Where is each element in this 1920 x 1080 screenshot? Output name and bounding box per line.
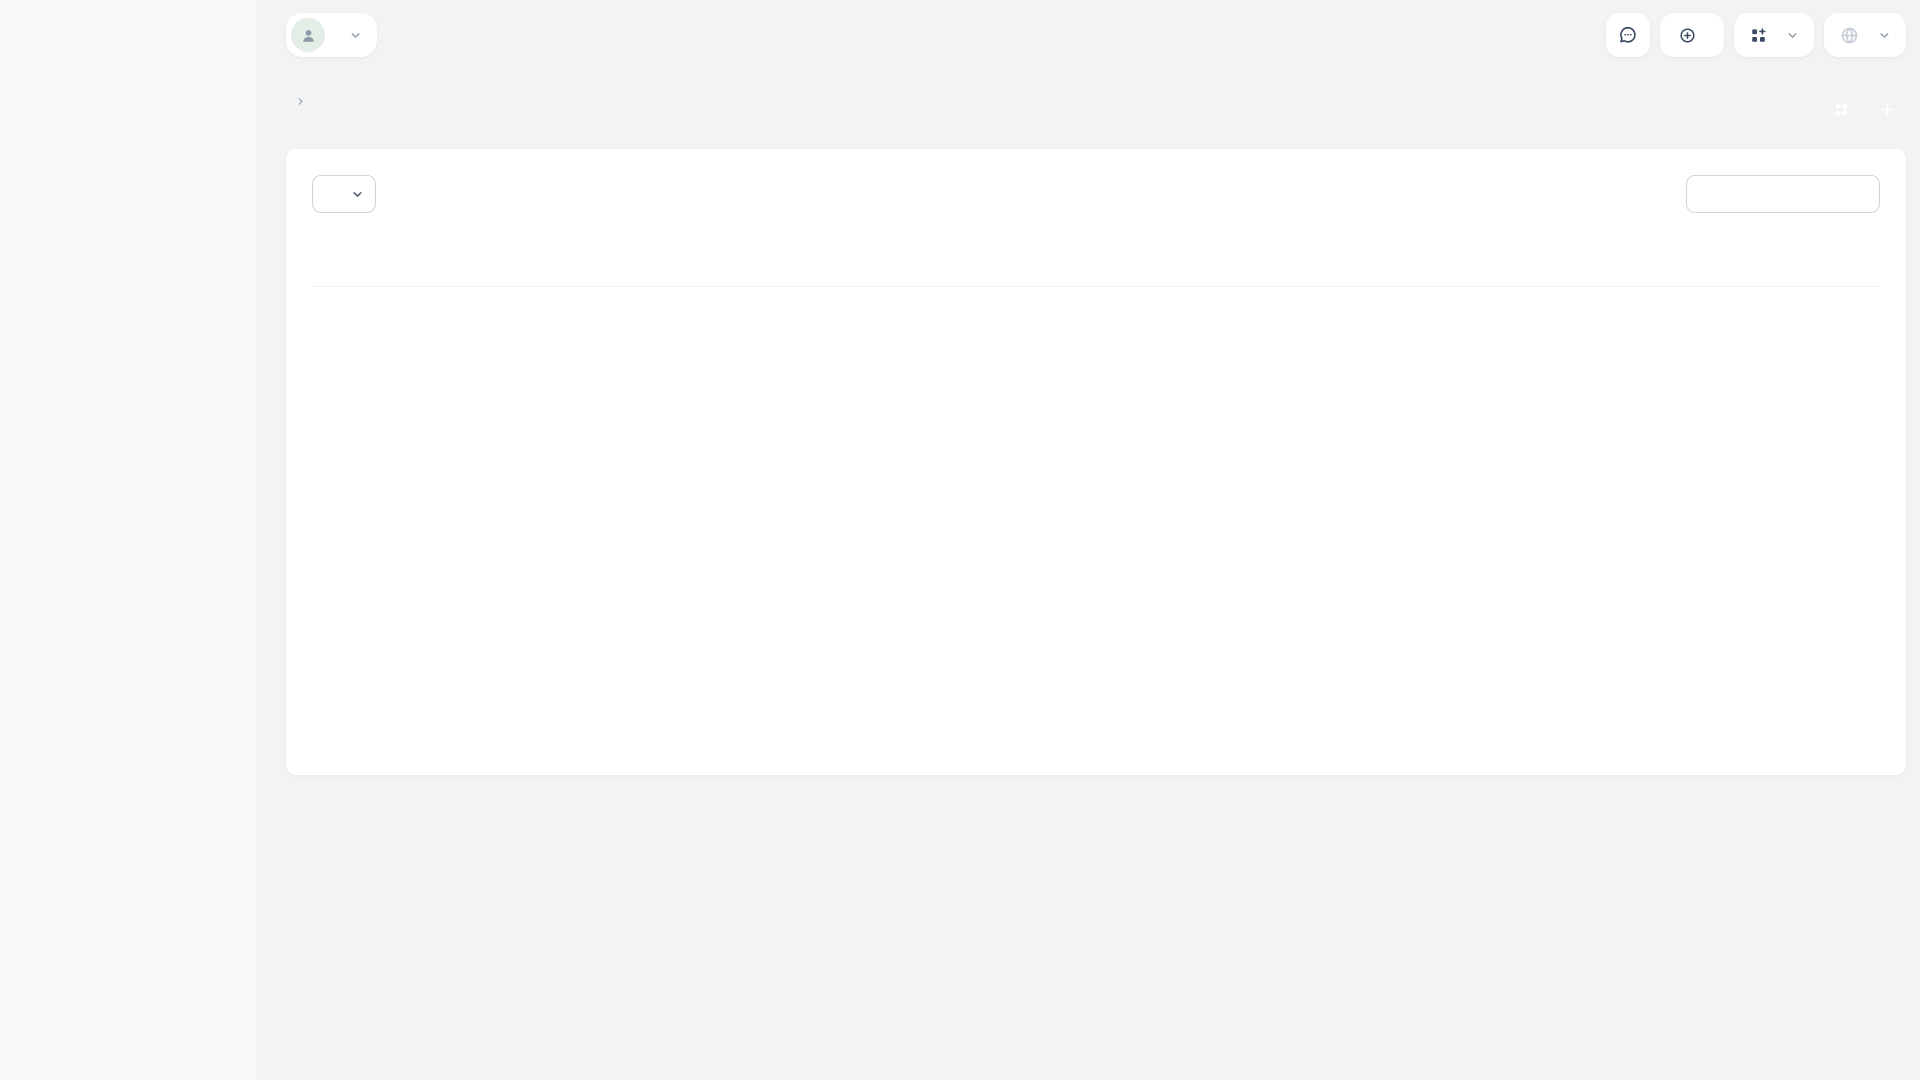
logo-dot-icon <box>54 43 63 51</box>
table-header-row <box>312 241 1880 287</box>
sidebar <box>0 0 256 1080</box>
page-size-controls <box>312 175 390 213</box>
grid-icon <box>1833 101 1850 118</box>
chevron-down-icon <box>351 188 364 201</box>
message-count-badge <box>1636 7 1655 26</box>
account-workspace-selector[interactable] <box>1734 13 1814 57</box>
breadcrumb <box>286 96 315 107</box>
language-selector[interactable] <box>1824 13 1906 57</box>
search-input[interactable] <box>1686 175 1880 213</box>
create-workspace-button[interactable] <box>1660 13 1724 57</box>
messages-button[interactable] <box>1606 13 1650 57</box>
plus-icon <box>1879 101 1896 118</box>
chevron-right-icon <box>295 96 306 107</box>
page-head-actions <box>1822 91 1906 127</box>
grid-plus-icon <box>1749 26 1768 45</box>
chevron-down-icon <box>1878 29 1891 42</box>
topbar <box>286 13 1906 57</box>
app-logo <box>66 26 256 66</box>
main-area <box>256 0 1920 1080</box>
workspace-selector[interactable] <box>286 13 377 57</box>
avatar <box>291 18 325 52</box>
plus-circle-icon <box>1678 26 1697 45</box>
add-file-button[interactable] <box>1868 91 1906 127</box>
table-controls <box>312 175 1880 213</box>
topbar-actions <box>1606 13 1906 57</box>
page-head-left <box>286 87 315 107</box>
chevron-down-icon <box>1786 29 1799 42</box>
grid-view-button[interactable] <box>1822 91 1860 127</box>
page-head <box>286 87 1906 127</box>
files-table-card <box>286 149 1906 775</box>
entries-per-page-select[interactable] <box>312 175 376 213</box>
globe-icon <box>1839 25 1860 46</box>
person-icon <box>299 26 318 45</box>
chevron-down-icon <box>349 29 362 42</box>
chat-bubble-icon <box>1617 24 1639 46</box>
